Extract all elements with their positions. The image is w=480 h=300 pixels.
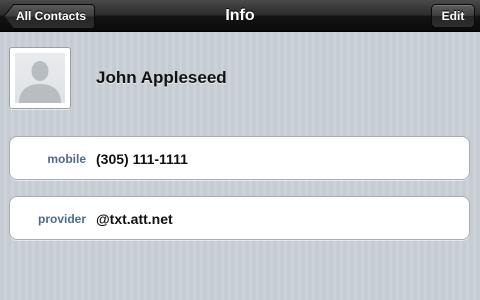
field-value-provider[interactable]: @txt.att.net [96, 197, 173, 239]
avatar[interactable] [9, 47, 71, 109]
back-button-label: All Contacts [3, 4, 95, 29]
edit-button[interactable]: Edit [431, 4, 475, 28]
person-silhouette-icon [15, 53, 65, 103]
mobile-field-row[interactable]: mobile (305) 111-1111 [9, 136, 470, 180]
field-label-mobile: mobile [47, 152, 86, 166]
field-label-provider: provider [37, 212, 86, 226]
provider-field-row[interactable]: provider @txt.att.net [9, 196, 470, 240]
navigation-bar: Info All Contacts Edit [0, 0, 480, 32]
back-button[interactable]: All Contacts [3, 4, 95, 30]
field-value-mobile[interactable]: (305) 111-1111 [96, 137, 188, 179]
contact-name: John Appleseed [96, 68, 227, 87]
